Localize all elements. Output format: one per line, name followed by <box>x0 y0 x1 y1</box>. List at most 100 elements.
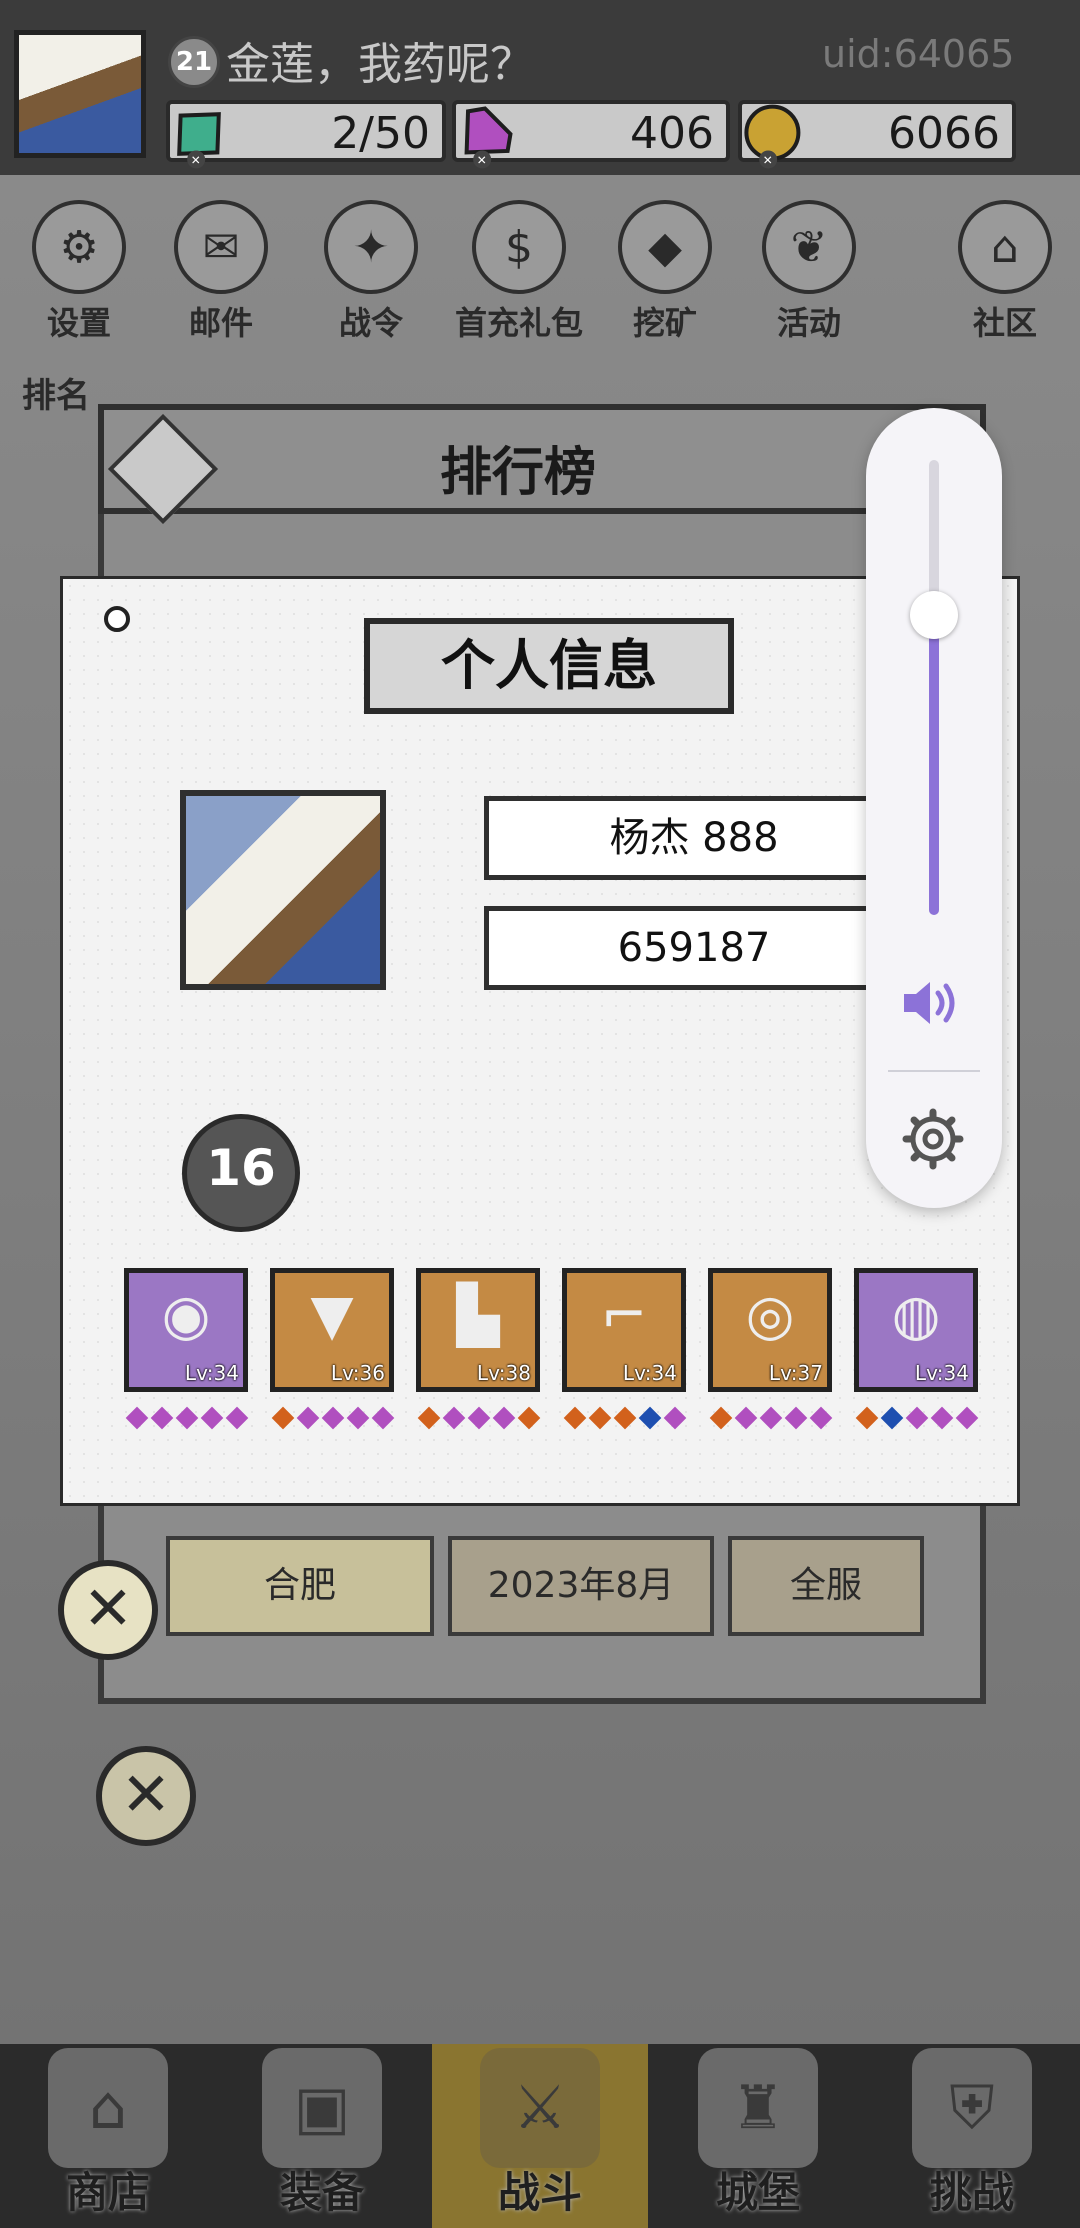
wreath-icon: ❦ <box>762 200 856 294</box>
equipment-slot[interactable]: ⌐ Lv:34 <box>562 1268 686 1392</box>
socket-gem-icon <box>955 1406 979 1430</box>
socket-gem-icon <box>663 1406 687 1430</box>
player-uid: uid:64065 <box>822 32 1015 76</box>
socket-gem-icon <box>271 1406 295 1430</box>
equipment-slot[interactable]: ▼ Lv:36 <box>270 1268 394 1392</box>
energy-value: 2/50 <box>331 108 430 159</box>
socket-gem-icon <box>734 1406 758 1430</box>
equipment-item-icon: ▙ <box>456 1283 500 1348</box>
filter-city-tab[interactable]: 合肥 <box>166 1536 434 1636</box>
socket-gem-row <box>417 1406 541 1430</box>
nav-castle[interactable]: ♜ 城堡 <box>658 2040 858 2228</box>
equipment-item-icon: ◉ <box>161 1283 211 1348</box>
socket-gem-icon <box>759 1406 783 1430</box>
equipment-slot[interactable]: ◍ Lv:34 <box>854 1268 978 1392</box>
volume-divider <box>888 1070 980 1072</box>
socket-gem-icon <box>321 1406 345 1430</box>
menu-battle-pass[interactable]: ✦ 战令 <box>306 200 436 342</box>
nav-label: 装备 <box>279 2168 364 2217</box>
close-icon: ✕ <box>82 1574 134 1644</box>
menu-label: 活动 <box>776 304 841 342</box>
side-ranking-label[interactable]: 排名 <box>22 368 90 417</box>
envelope-icon: ✉ <box>174 200 268 294</box>
volume-slider-thumb[interactable] <box>910 590 958 639</box>
nav-label: 城堡 <box>715 2168 800 2217</box>
backpack-icon: ▣ <box>262 2048 382 2168</box>
close-ranking-button[interactable]: ✕ <box>96 1746 196 1846</box>
equipment-level: Lv:34 <box>914 1361 969 1385</box>
menu-label: 首充礼包 <box>454 304 583 342</box>
equipment-item-icon: ▼ <box>310 1283 354 1348</box>
rank-level-badge: 16 <box>182 1114 300 1232</box>
crossed-swords-icon: ⚔ <box>480 2048 600 2168</box>
close-icon: ✕ <box>120 1760 172 1830</box>
shield-icon: ⛨ <box>912 2048 1032 2168</box>
diamond-counter[interactable]: + 406 <box>452 100 730 170</box>
socket-gem-icon <box>467 1406 491 1430</box>
socket-gem-icon <box>930 1406 954 1430</box>
equipment-item-icon: ⌐ <box>600 1283 648 1348</box>
home-icon: ⌂ <box>958 200 1052 294</box>
equipment-slot[interactable]: ▙ Lv:38 <box>416 1268 540 1392</box>
nav-equipment[interactable]: ▣ 装备 <box>222 2040 422 2228</box>
menu-community[interactable]: ⌂ 社区 <box>940 200 1070 342</box>
shop-icon: ⌂ <box>48 2048 168 2168</box>
ore-icon: ◆ <box>618 200 712 294</box>
equipment-item-icon: ◍ <box>891 1283 941 1348</box>
player-power-field: 659187 <box>484 906 904 990</box>
menu-events[interactable]: ❦ 活动 <box>744 200 874 342</box>
socket-gem-icon <box>225 1406 249 1430</box>
crystal-ball-icon: ✦ <box>324 200 418 294</box>
dialog-player-portrait <box>180 790 386 990</box>
nav-battle[interactable]: ⚔ 战斗 <box>440 2040 640 2228</box>
player-avatar[interactable] <box>14 30 146 158</box>
socket-gem-icon <box>442 1406 466 1430</box>
socket-gem-icon <box>371 1406 395 1430</box>
settings-gear-icon[interactable] <box>902 1108 964 1170</box>
menu-label: 战令 <box>338 304 403 342</box>
menu-first-recharge[interactable]: $ 首充礼包 <box>444 200 594 342</box>
equipment-slot[interactable]: ◉ Lv:34 <box>124 1268 248 1392</box>
socket-gem-row <box>709 1406 833 1430</box>
close-dialog-button[interactable]: ✕ <box>58 1560 158 1660</box>
socket-gem-icon <box>709 1406 733 1430</box>
socket-gem-icon <box>492 1406 516 1430</box>
filter-month-tab[interactable]: 2023年8月 <box>448 1536 714 1636</box>
filter-server-tab[interactable]: 全服 <box>728 1536 924 1636</box>
equipment-item-icon: ◎ <box>745 1283 795 1348</box>
socket-gem-row <box>271 1406 395 1430</box>
nav-challenge[interactable]: ⛨ 挑战 <box>872 2040 1072 2228</box>
socket-gem-icon <box>880 1406 904 1430</box>
menu-mail[interactable]: ✉ 邮件 <box>156 200 286 342</box>
ranking-title: 排行榜 <box>440 442 597 503</box>
equipment-level: Lv:37 <box>768 1361 823 1385</box>
diamond-value: 406 <box>630 108 714 159</box>
socket-gem-icon <box>296 1406 320 1430</box>
menu-label: 邮件 <box>188 304 253 342</box>
socket-gem-row <box>855 1406 979 1430</box>
gold-counter[interactable]: + 6066 <box>738 100 1016 170</box>
socket-gem-icon <box>563 1406 587 1430</box>
equipment-level: Lv:38 <box>476 1361 531 1385</box>
socket-gem-icon <box>809 1406 833 1430</box>
menu-label: 社区 <box>972 304 1037 342</box>
player-name-field: 杨杰 888 <box>484 796 904 880</box>
menu-settings[interactable]: ⚙ 设置 <box>14 200 144 342</box>
castle-icon: ♜ <box>698 2048 818 2168</box>
player-name: 金莲，我药呢？ <box>226 39 534 90</box>
equipment-slot[interactable]: ◎ Lv:37 <box>708 1268 832 1392</box>
energy-counter[interactable]: + 2/50 <box>166 100 446 170</box>
equipment-level: Lv:34 <box>622 1361 677 1385</box>
socket-gem-icon <box>346 1406 370 1430</box>
socket-gem-icon <box>417 1406 441 1430</box>
nav-shop[interactable]: ⌂ 商店 <box>8 2040 208 2228</box>
menu-mining[interactable]: ◆ 挖矿 <box>600 200 730 342</box>
socket-gem-icon <box>638 1406 662 1430</box>
socket-gem-icon <box>175 1406 199 1430</box>
socket-gem-icon <box>200 1406 224 1430</box>
speaker-icon[interactable] <box>900 976 970 1030</box>
socket-gem-icon <box>150 1406 174 1430</box>
nav-label: 战斗 <box>497 2168 582 2217</box>
gold-value: 6066 <box>888 108 1000 159</box>
volume-slider-fill <box>929 614 939 915</box>
